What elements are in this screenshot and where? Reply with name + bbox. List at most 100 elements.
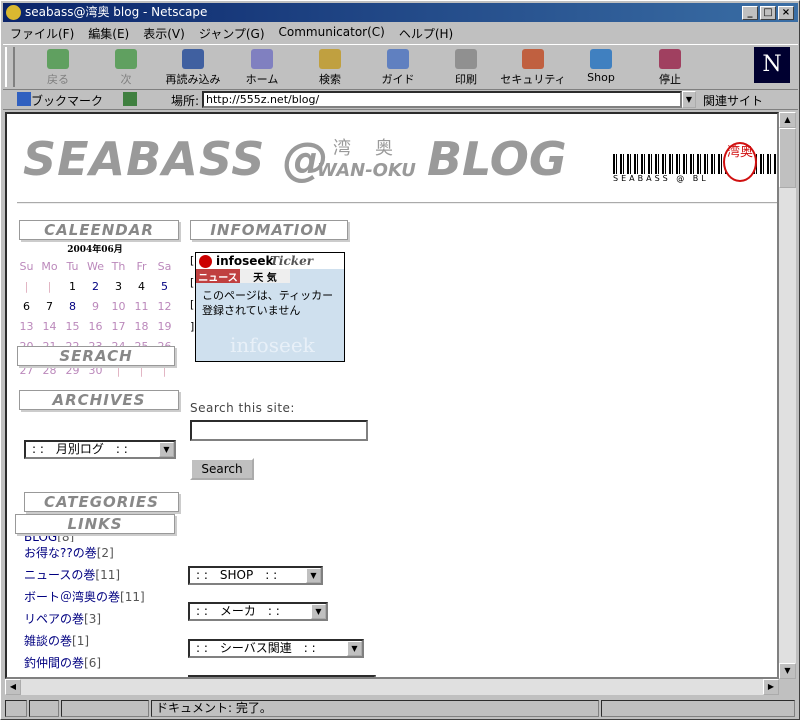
category-item[interactable]: ニュースの巻[11] bbox=[24, 564, 145, 586]
calendar-day-empty: | bbox=[24, 280, 29, 293]
calendar-week-row: 6 7 8 9 10 11 12 bbox=[15, 300, 180, 320]
ticker-watermark: infoseek bbox=[230, 333, 315, 357]
calendar-day: 12 bbox=[157, 300, 172, 313]
horizontal-scrollbar[interactable]: ◀ ▶ bbox=[5, 679, 779, 695]
menu-help[interactable]: ヘルプ(H) bbox=[392, 23, 460, 42]
toolbar-grip[interactable] bbox=[5, 47, 15, 87]
infoseek-logo-icon bbox=[199, 255, 212, 268]
shop-button[interactable]: Shop bbox=[568, 49, 634, 84]
guide-button[interactable]: ガイド bbox=[365, 49, 431, 87]
vertical-scrollbar[interactable]: ▲ ▼ bbox=[779, 112, 796, 679]
calendar-day: 18 bbox=[134, 320, 149, 333]
print-button[interactable]: 印刷 bbox=[433, 49, 499, 87]
barcode-text: SEABASS @ BL bbox=[613, 174, 709, 183]
security-button[interactable]: セキュリティ bbox=[500, 49, 566, 87]
back-button[interactable]: 戻る bbox=[25, 49, 91, 87]
menu-communicator[interactable]: Communicator(C) bbox=[272, 23, 392, 42]
calendar-day: 27 bbox=[19, 364, 34, 377]
archives-selected: : : 月別ログ : : bbox=[32, 442, 128, 456]
link-select-maker[interactable]: : : メーカ : : ▼ bbox=[188, 602, 328, 621]
guide-icon bbox=[387, 49, 409, 69]
scroll-up-icon[interactable]: ▲ bbox=[779, 112, 796, 128]
calendar-day: 9 bbox=[92, 300, 99, 313]
category-item[interactable]: 釣仲間の巻[6] bbox=[24, 652, 145, 674]
navigation-toolbar: 戻る 次 再読み込み ホーム 検索 ガイド 印刷 セキュリティ Shop 停止 … bbox=[3, 44, 798, 90]
progress-area bbox=[61, 700, 149, 717]
blog-logo-right: BLOG bbox=[427, 132, 567, 186]
back-icon bbox=[47, 49, 69, 69]
security-status-icon[interactable] bbox=[5, 700, 27, 717]
title-bar: seabass@湾奥 blog - Netscape _ □ × bbox=[3, 3, 798, 22]
calendar-day: 16 bbox=[88, 320, 103, 333]
calendar-week-row: 27 28 29 30 | | | bbox=[15, 364, 180, 384]
component-bar[interactable] bbox=[601, 700, 795, 717]
calendar-day: 1 bbox=[69, 280, 76, 293]
bookmarks-button[interactable]: ブックマーク bbox=[31, 92, 103, 109]
archives-heading: ARCHIVES bbox=[19, 390, 179, 410]
calendar-day-link[interactable]: 5 bbox=[153, 280, 176, 300]
home-button[interactable]: ホーム bbox=[229, 49, 295, 87]
menu-view[interactable]: 表示(V) bbox=[136, 23, 192, 42]
menu-file[interactable]: ファイル(F) bbox=[3, 23, 81, 42]
menu-go[interactable]: ジャンプ(G) bbox=[192, 23, 272, 42]
status-bar: ドキュメント: 完了。 bbox=[3, 698, 798, 719]
calendar-grid: Su Mo Tu We Th Fr Sa | | 1 2 3 4 5 6 7 8 bbox=[15, 260, 180, 348]
categories-heading: CATEGORIES bbox=[24, 492, 179, 512]
ticker-tab-news[interactable]: ニュース bbox=[196, 269, 240, 284]
link-select-shop[interactable]: : : SHOP : : ▼ bbox=[188, 566, 323, 585]
minimize-button[interactable]: _ bbox=[742, 6, 758, 20]
close-button[interactable]: × bbox=[778, 6, 794, 20]
netscape-logo[interactable]: N bbox=[754, 47, 790, 83]
calendar-week-row: | | 1 2 3 4 5 bbox=[15, 280, 180, 300]
maximize-button[interactable]: □ bbox=[760, 6, 776, 20]
search-label: Search this site: bbox=[190, 401, 295, 415]
forward-button[interactable]: 次 bbox=[93, 49, 159, 87]
ticker-message: このページは、ティッカー登録されていません bbox=[202, 289, 334, 317]
calendar-day-empty: | bbox=[116, 364, 121, 377]
calendar-day: 14 bbox=[42, 320, 57, 333]
scroll-down-icon[interactable]: ▼ bbox=[779, 663, 796, 679]
page-proxy-icon[interactable] bbox=[123, 92, 137, 106]
search-submit-button[interactable]: Search bbox=[190, 458, 254, 480]
vertical-scroll-thumb[interactable] bbox=[779, 128, 796, 188]
calendar-day-link[interactable]: 2 bbox=[84, 280, 107, 300]
category-item[interactable]: お得な??の巻[2] bbox=[24, 542, 145, 564]
browser-window: seabass@湾奥 blog - Netscape _ □ × ファイル(F)… bbox=[0, 0, 800, 720]
calendar-day: 17 bbox=[111, 320, 126, 333]
category-item[interactable]: ボート＠湾奥の巻[11] bbox=[24, 586, 145, 608]
chevron-down-icon: ▼ bbox=[311, 604, 326, 619]
search-button[interactable]: 検索 bbox=[297, 49, 363, 87]
stop-button[interactable]: 停止 bbox=[637, 49, 703, 87]
status-text: ドキュメント: 完了。 bbox=[151, 700, 599, 717]
home-icon bbox=[251, 49, 273, 69]
bookmark-icon bbox=[17, 92, 31, 106]
links-heading: LINKS bbox=[15, 514, 175, 534]
calendar-week-row: 13 14 15 16 17 18 19 bbox=[15, 320, 180, 340]
reload-button[interactable]: 再読み込み bbox=[160, 49, 226, 87]
category-item[interactable]: リペアの巻[3] bbox=[24, 608, 145, 630]
print-icon bbox=[455, 49, 477, 69]
url-field[interactable] bbox=[202, 91, 682, 108]
scroll-left-icon[interactable]: ◀ bbox=[5, 679, 21, 695]
related-sites-button[interactable]: 関連サイト bbox=[703, 92, 763, 109]
hanko-stamp: 湾奥 bbox=[723, 142, 757, 182]
search-input[interactable] bbox=[190, 420, 368, 441]
location-bar: ブックマーク 場所: ▼ 関連サイト bbox=[3, 90, 798, 110]
search-icon bbox=[319, 49, 341, 69]
ticker-name: Ticker bbox=[270, 254, 314, 268]
link-select-seabass[interactable]: : : シーバス関連 : : ▼ bbox=[188, 639, 364, 658]
scroll-right-icon[interactable]: ▶ bbox=[763, 679, 779, 695]
category-item[interactable]: 雑談の巻[1] bbox=[24, 630, 145, 652]
calendar-day: 6 bbox=[23, 300, 30, 313]
calendar-day: 3 bbox=[115, 280, 122, 293]
infomation-heading: INFOMATION bbox=[190, 220, 348, 240]
archives-select[interactable]: : : 月別ログ : : ▼ bbox=[24, 440, 176, 459]
infoseek-ticker-widget[interactable]: infoseek Ticker ニュース 天 気 このページは、ティッカー登録さ… bbox=[195, 252, 345, 362]
weekday-we: We bbox=[87, 260, 104, 273]
url-dropdown-button[interactable]: ▼ bbox=[682, 91, 696, 108]
chevron-down-icon: ▼ bbox=[306, 568, 321, 583]
weekday-mo: Mo bbox=[41, 260, 58, 273]
calendar-day-link[interactable]: 8 bbox=[61, 300, 84, 320]
ticker-tab-weather[interactable]: 天 気 bbox=[240, 269, 290, 284]
menu-edit[interactable]: 編集(E) bbox=[81, 23, 136, 42]
